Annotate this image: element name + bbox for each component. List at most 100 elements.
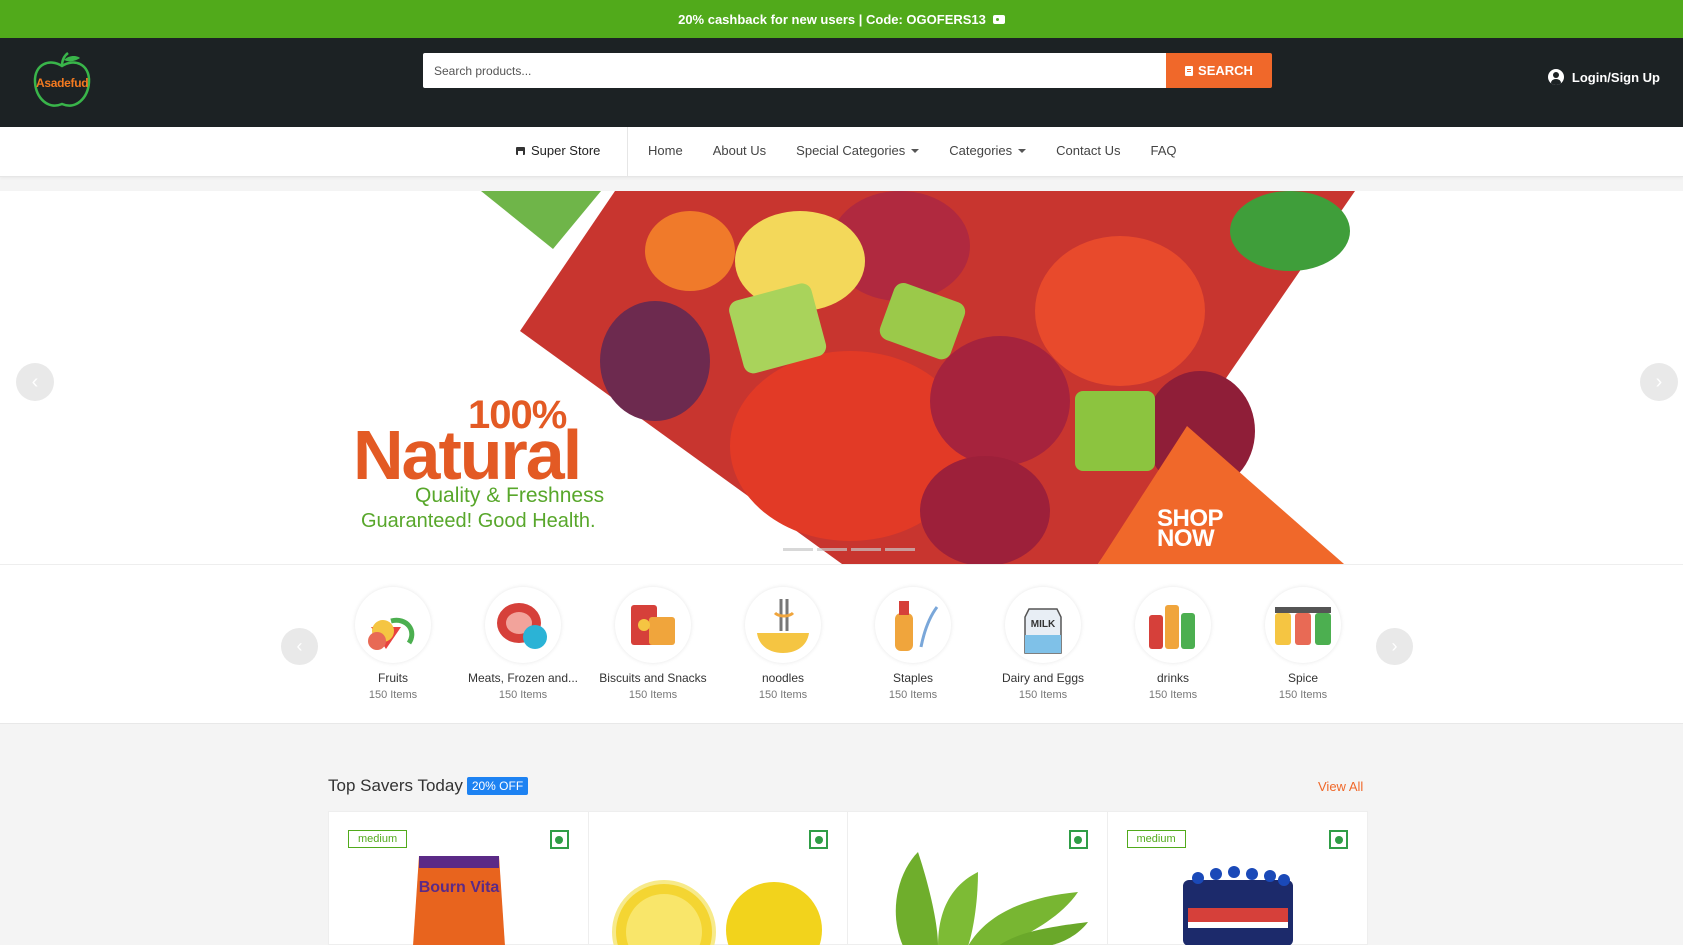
- product-card[interactable]: medium: [1108, 812, 1368, 945]
- category-count: 150 Items: [888, 689, 938, 701]
- category-count: 150 Items: [368, 689, 418, 701]
- nav-links: Home About Us Special Categories Categor…: [648, 143, 1177, 158]
- search-button[interactable]: SEARCH: [1166, 53, 1272, 88]
- category-item-spice[interactable]: Spice 150 Items: [1238, 587, 1368, 701]
- category-count: 150 Items: [1278, 689, 1328, 701]
- category-item-fruits[interactable]: Fruits 150 Items: [328, 587, 458, 701]
- store-label: Super Store: [531, 143, 601, 158]
- carousel-dot[interactable]: [817, 548, 847, 551]
- search-button-label: SEARCH: [1198, 63, 1253, 78]
- section-header: Top Savers Today 20% OFF: [328, 776, 529, 796]
- category-name: Biscuits and Snacks: [599, 671, 707, 685]
- category-name: Fruits: [378, 671, 408, 685]
- product-card[interactable]: Bourn Vita medium: [329, 812, 589, 945]
- view-all-link[interactable]: View All: [1318, 779, 1363, 794]
- carousel-dot[interactable]: [783, 548, 813, 551]
- category-item-biscuits[interactable]: Biscuits and Snacks 150 Items: [588, 587, 718, 701]
- nav-about-label: About Us: [712, 143, 767, 158]
- nav-faq[interactable]: FAQ: [1150, 143, 1176, 158]
- category-name: drinks: [1156, 671, 1189, 685]
- strawberry-shape: [1035, 236, 1205, 386]
- nav-home[interactable]: Home: [648, 143, 683, 158]
- user-icon: [1547, 69, 1564, 85]
- category-name: Meats, Frozen and...: [467, 671, 579, 685]
- category-prev-arrow[interactable]: ‹: [281, 628, 318, 665]
- nav-contact-us[interactable]: Contact Us: [1056, 143, 1120, 158]
- nav-about-us[interactable]: About Us: [713, 143, 766, 158]
- super-store-link[interactable]: Super Store: [516, 143, 600, 158]
- hero-banner-image[interactable]: [0, 191, 1683, 564]
- nav-home-label: Home: [648, 143, 683, 158]
- category-name: Dairy and Eggs: [1001, 671, 1085, 685]
- main-nav: Super Store Home About Us Special Catego…: [0, 127, 1683, 177]
- chevron-left-icon: ‹: [296, 636, 303, 656]
- veg-indicator-icon: [1329, 830, 1348, 849]
- fruits-icon: [355, 587, 431, 663]
- category-item-noodles[interactable]: noodles 150 Items: [718, 587, 848, 701]
- hero-subline-2: Guaranteed! Good Health.: [361, 510, 596, 532]
- leaf-shape: [1230, 191, 1350, 271]
- veg-indicator-icon: [549, 830, 569, 849]
- search-bar: SEARCH: [423, 53, 1272, 88]
- raspberry-shape: [920, 456, 1050, 564]
- category-count: 150 Items: [628, 689, 678, 701]
- nav-categories[interactable]: Categories: [949, 143, 1027, 158]
- logo-text: Asadefud: [36, 76, 89, 90]
- promo-bar: 20% cashback for new users | Code: OGOFE…: [0, 0, 1683, 38]
- snacks-icon: [615, 587, 691, 663]
- chevron-left-icon: ‹: [31, 370, 39, 393]
- category-count: 150 Items: [498, 689, 548, 701]
- category-name: noodles: [761, 671, 805, 685]
- product-card[interactable]: [848, 812, 1108, 945]
- category-item-drinks[interactable]: drinks 150 Items: [1108, 587, 1238, 701]
- hero-headline: Natural: [353, 416, 582, 494]
- product-brand: Bourn Vita: [419, 879, 500, 896]
- category-name: Staples: [892, 671, 934, 685]
- tag-icon: [992, 14, 1005, 24]
- milk-label: MILK: [1031, 619, 1056, 630]
- product-card[interactable]: [589, 812, 848, 945]
- promo-text: 20% cashback for new users | Code: OGOFE…: [678, 11, 986, 27]
- milk-icon: MILK: [1005, 587, 1081, 663]
- category-item-staples[interactable]: Staples 150 Items: [848, 587, 978, 701]
- cabbage-shape: [600, 301, 710, 421]
- category-item-meats[interactable]: Meats, Frozen and... 150 Items: [458, 587, 588, 701]
- hero-next-arrow[interactable]: ›: [1640, 363, 1678, 401]
- login-signup-link[interactable]: Login/Sign Up: [1547, 69, 1660, 85]
- chevron-right-icon: ›: [1391, 636, 1398, 656]
- meat-icon: [485, 587, 561, 663]
- carousel-indicators: [783, 548, 915, 551]
- product-size-badge: medium: [348, 830, 408, 848]
- category-name: Spice: [1287, 671, 1319, 685]
- shop-now-button[interactable]: SHOP NOW: [1157, 507, 1224, 551]
- hero-subline-1: Quality & Freshness: [415, 484, 605, 507]
- carrot-shape: [645, 211, 735, 291]
- staples-icon: [875, 587, 951, 663]
- site-header: Asadefud SEARCH Login/Sign Up: [0, 38, 1683, 127]
- chevron-down-icon: [911, 148, 920, 153]
- category-next-arrow[interactable]: ›: [1376, 628, 1413, 665]
- noodles-icon: [745, 587, 821, 663]
- site-logo[interactable]: Asadefud: [30, 52, 94, 112]
- store-icon: [516, 146, 525, 155]
- search-input[interactable]: [423, 53, 1166, 88]
- spice-icon: [1265, 587, 1341, 663]
- category-item-dairy[interactable]: MILK Dairy and Eggs 150 Items: [978, 587, 1108, 701]
- hero-prev-arrow[interactable]: ‹: [16, 363, 54, 401]
- veg-indicator-icon: [1068, 830, 1088, 849]
- carousel-dot[interactable]: [885, 548, 915, 551]
- search-icon: [1185, 65, 1194, 76]
- carousel-dot[interactable]: [851, 548, 881, 551]
- hero-carousel: ‹ › 100% Natural Quality & Freshness Gua…: [0, 191, 1683, 564]
- nav-special-categories[interactable]: Special Categories: [796, 143, 920, 158]
- category-count: 150 Items: [758, 689, 808, 701]
- nav-contact-label: Contact Us: [1056, 143, 1121, 158]
- nav-divider: [627, 127, 628, 177]
- login-label: Login/Sign Up: [1571, 69, 1660, 85]
- chevron-right-icon: ›: [1655, 370, 1663, 393]
- avocado-shape: [1075, 391, 1155, 471]
- drinks-icon: [1135, 587, 1211, 663]
- category-carousel: ‹ › Fruits 150 Items Meats, Frozen and..…: [0, 564, 1683, 724]
- nav-categories-label: Categories: [949, 143, 1013, 158]
- section-title: Top Savers Today: [328, 776, 463, 795]
